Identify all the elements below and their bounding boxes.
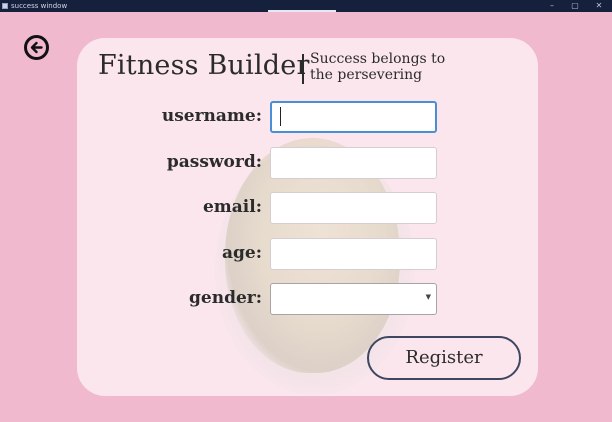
- title-drag-strip[interactable]: [268, 10, 336, 12]
- arrow-left-circle-icon: [30, 41, 43, 54]
- register-button[interactable]: Register: [367, 336, 521, 380]
- age-input[interactable]: [270, 238, 437, 270]
- app-slogan: Success belongs to the persevering: [310, 51, 446, 83]
- email-input[interactable]: [270, 192, 437, 224]
- password-input[interactable]: [270, 147, 437, 179]
- window-app-icon: [2, 3, 8, 9]
- age-label: age:: [222, 243, 262, 263]
- username-label: username:: [161, 106, 262, 126]
- gender-select[interactable]: ▼: [270, 283, 437, 315]
- back-button[interactable]: [24, 35, 49, 60]
- title-bar[interactable]: success window – ▢ ✕: [0, 0, 612, 12]
- gender-label: gender:: [189, 288, 262, 308]
- chevron-down-icon: ▼: [425, 293, 431, 301]
- close-button[interactable]: ✕: [587, 0, 611, 12]
- password-label: password:: [166, 152, 262, 172]
- username-input[interactable]: [270, 101, 437, 133]
- title-divider: [302, 54, 304, 84]
- app-window: success window – ▢ ✕ Fitness Builder Suc…: [0, 0, 612, 422]
- minimize-button[interactable]: –: [540, 0, 564, 12]
- text-caret: [280, 107, 281, 126]
- email-label: email:: [202, 197, 262, 217]
- window-title: success window: [11, 2, 68, 10]
- maximize-button[interactable]: ▢: [563, 0, 587, 12]
- app-title: Fitness Builder: [98, 50, 310, 81]
